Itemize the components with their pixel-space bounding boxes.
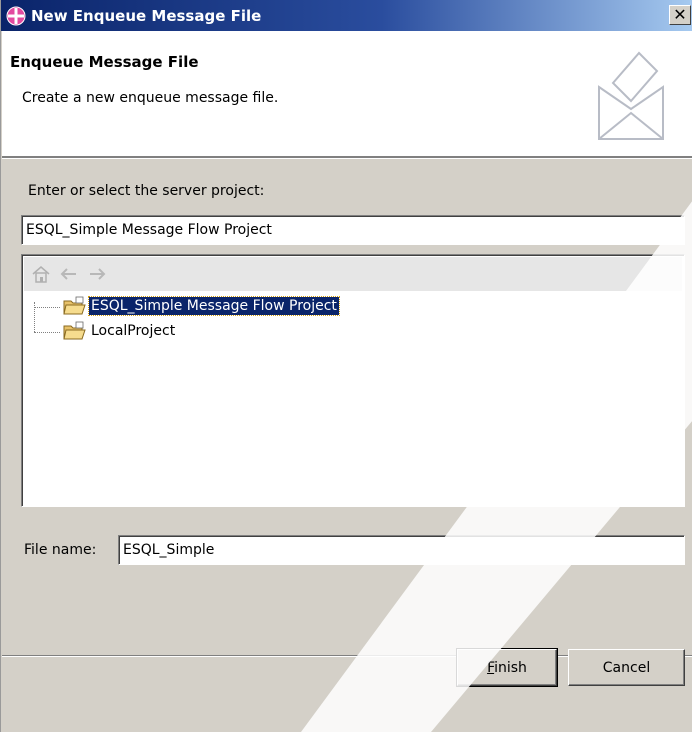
- project-tree[interactable]: ESQL_Simple Message Flow Project LocalPr…: [21, 254, 685, 507]
- tree-item-esql-simple[interactable]: ESQL_Simple Message Flow Project: [62, 295, 340, 317]
- title-bar[interactable]: New Enqueue Message File ✕: [1, 0, 692, 31]
- server-project-input[interactable]: ESQL_Simple Message Flow Project: [21, 215, 685, 245]
- new-wizard-icon: [6, 6, 26, 25]
- envelope-wizard-icon: [598, 51, 664, 140]
- server-project-value: ESQL_Simple Message Flow Project: [26, 222, 272, 238]
- tree-item-localproject[interactable]: LocalProject: [62, 320, 177, 342]
- page-title: Enqueue Message File: [10, 53, 199, 71]
- finish-button[interactable]: Finish: [456, 648, 558, 687]
- project-folder-icon: [63, 296, 86, 315]
- server-project-label: Enter or select the server project:: [28, 183, 265, 199]
- finish-label: Finish: [487, 659, 527, 676]
- tree-item-label: ESQL_Simple Message Flow Project: [88, 296, 340, 316]
- window-title: New Enqueue Message File: [31, 6, 262, 25]
- dialog-window: New Enqueue Message File ✕ Enqueue Messa…: [0, 0, 692, 732]
- back-arrow-icon[interactable]: [58, 263, 80, 285]
- close-icon: ✕: [673, 5, 687, 24]
- page-description: Create a new enqueue message file.: [22, 90, 279, 106]
- banner-separator: [2, 157, 692, 159]
- file-name-value: ESQL_Simple: [123, 542, 215, 558]
- cancel-button[interactable]: Cancel: [568, 649, 685, 686]
- file-name-label: File name:: [24, 542, 97, 558]
- wizard-banner: Enqueue Message File Create a new enqueu…: [2, 31, 692, 157]
- home-icon[interactable]: [30, 263, 52, 285]
- cancel-label: Cancel: [602, 659, 651, 676]
- file-name-input[interactable]: ESQL_Simple: [118, 535, 685, 565]
- tree-item-label: LocalProject: [91, 323, 176, 339]
- tree-toolbar: [24, 257, 682, 291]
- project-folder-icon: [63, 321, 86, 340]
- close-button[interactable]: ✕: [669, 5, 691, 25]
- tree-connector: [34, 332, 60, 333]
- tree-connector: [34, 307, 60, 308]
- forward-arrow-icon[interactable]: [86, 263, 108, 285]
